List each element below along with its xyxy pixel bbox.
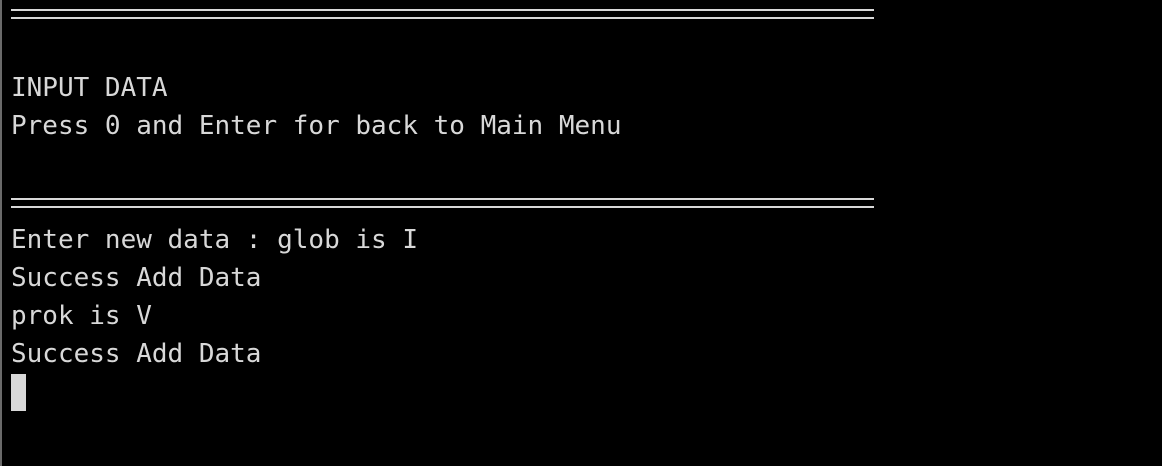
separator-top xyxy=(11,9,874,19)
output-success-line: Success Add Data xyxy=(11,263,262,293)
separator-middle xyxy=(11,198,874,208)
text-cursor[interactable] xyxy=(11,374,26,411)
terminal-window[interactable]: INPUT DATA Press 0 and Enter for back to… xyxy=(0,0,1162,466)
window-edge xyxy=(0,0,2,466)
output-input-line: prok is V xyxy=(11,301,152,331)
output-success-line: Success Add Data xyxy=(11,339,262,369)
output-heading: INPUT DATA xyxy=(11,73,168,103)
output-instruction: Press 0 and Enter for back to Main Menu xyxy=(11,111,622,141)
output-prompt-line: Enter new data : glob is I xyxy=(11,225,418,255)
